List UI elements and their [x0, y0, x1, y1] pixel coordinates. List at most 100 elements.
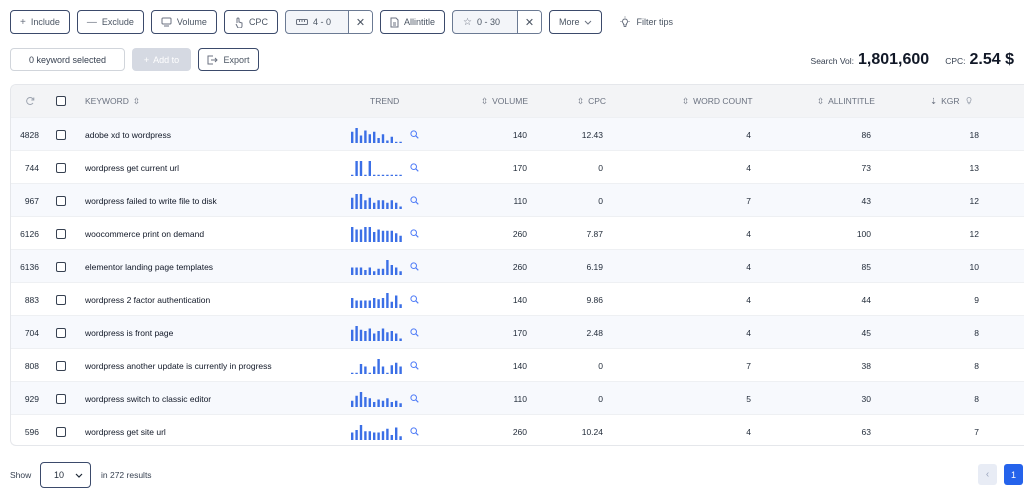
trend-sparkline — [350, 382, 419, 415]
trend-bar — [381, 328, 385, 341]
table-row[interactable]: 704 wordpress is front page 170 2.48 4 45 8 — [11, 315, 1024, 348]
table-row[interactable]: 883 wordpress 2 factor authentication 140 9… — [11, 282, 1024, 315]
word-count-filter[interactable]: 4 - 0 ✕ — [284, 10, 373, 34]
include-button[interactable]: + Include — [10, 10, 70, 34]
volume-label: Volume — [176, 17, 207, 27]
checkbox-box — [56, 327, 66, 338]
table-row[interactable]: 929 wordpress switch to classic editor 110… — [11, 381, 1024, 414]
search-icon[interactable] — [410, 427, 419, 436]
word-count-filter-value[interactable]: 4 - 0 — [286, 11, 343, 33]
trend-bar — [399, 206, 402, 209]
row-checkbox[interactable] — [56, 217, 66, 250]
cpc-filter-button[interactable]: CPC — [223, 10, 278, 34]
clear-word-count-icon[interactable]: ✕ — [347, 11, 372, 33]
kgr-column-header[interactable]: ⇣ KGR — [930, 85, 974, 117]
keyword-column-header[interactable]: KEYWORD ⇳ — [85, 85, 140, 117]
cpc-column-header[interactable]: ⇳ CPC — [577, 85, 606, 117]
keyword-text: adobe xd to wordpress — [85, 129, 171, 140]
trend-bar — [368, 133, 371, 143]
trend-bar — [377, 358, 380, 374]
plus-icon: + — [143, 54, 150, 65]
export-button[interactable]: Export — [198, 48, 259, 71]
table-row[interactable]: 967 wordpress failed to write file to dis… — [11, 183, 1024, 216]
add-to-button[interactable]: + Add to — [132, 48, 191, 71]
select-all-checkbox[interactable] — [56, 85, 66, 117]
row-checkbox[interactable] — [56, 151, 66, 184]
trend-bar — [381, 366, 385, 374]
kgr-value: 18 — [969, 129, 979, 140]
trend-sparkline — [350, 217, 419, 250]
row-checkbox[interactable] — [56, 118, 66, 151]
trend-chart — [351, 259, 402, 275]
row-checkbox[interactable] — [56, 415, 66, 445]
allintitle-value: 43 — [861, 195, 871, 206]
table-row[interactable]: 596 wordpress get site url 260 10.24 4 63 7 — [11, 414, 1024, 445]
checkbox-box — [56, 294, 66, 305]
trend-bar — [399, 235, 402, 242]
kgr-value: 8 — [974, 327, 979, 338]
trend-bar — [351, 267, 354, 275]
search-icon[interactable] — [410, 295, 419, 304]
trend-bar — [368, 372, 371, 374]
trend-bar — [364, 430, 367, 440]
kgr-filter-value[interactable]: ☆ 0 - 30 — [453, 11, 512, 33]
refresh-icon[interactable] — [25, 85, 35, 117]
volume-column-header[interactable]: ⇳ VOLUME — [481, 85, 528, 117]
word-count-column-header[interactable]: ⇳ WORD COUNT — [682, 85, 753, 117]
volume-filter-button[interactable]: Volume — [150, 10, 217, 34]
trend-bar — [377, 137, 380, 143]
show-label: Show — [10, 470, 32, 480]
search-icon[interactable] — [410, 361, 419, 370]
trend-bar — [351, 432, 354, 440]
trend-bar — [390, 136, 393, 143]
row-checkbox[interactable] — [56, 184, 66, 217]
search-icon[interactable] — [410, 328, 419, 337]
trend-bar — [351, 226, 354, 242]
trend-chart — [351, 424, 402, 440]
trend-bar — [359, 193, 363, 209]
search-icon[interactable] — [410, 229, 419, 238]
filter-tips-link[interactable]: Filter tips — [619, 16, 673, 28]
plus-icon: + — [20, 16, 26, 28]
trend-bar — [399, 366, 402, 374]
exclude-button[interactable]: — Exclude — [76, 10, 144, 34]
prev-page-button[interactable]: ‹ — [978, 464, 997, 485]
row-checkbox[interactable] — [56, 316, 66, 349]
page-size-select[interactable]: 10 — [40, 462, 91, 488]
table-row[interactable]: 6136 elementor landing page templates 260 6… — [11, 249, 1024, 282]
more-label: More — [558, 17, 580, 27]
keyword-text: wordpress get site url — [85, 426, 166, 437]
trend-bar — [390, 301, 393, 308]
clear-kgr-icon[interactable]: ✕ — [516, 11, 541, 33]
more-filters-button[interactable]: More — [548, 10, 603, 34]
search-icon[interactable] — [410, 262, 419, 271]
trend-column-header: TREND — [370, 85, 399, 117]
search-icon[interactable] — [410, 196, 419, 205]
row-id: 808 — [24, 360, 39, 371]
page-button-current[interactable]: 1 — [1004, 464, 1023, 485]
search-icon[interactable] — [410, 394, 419, 403]
kgr-value: 7 — [974, 426, 979, 437]
chevron-down-icon — [75, 470, 83, 480]
trend-bar — [381, 174, 385, 176]
search-icon[interactable] — [410, 130, 419, 139]
allintitle-filter-button[interactable]: Allintitle — [379, 10, 445, 34]
trend-bar — [390, 364, 393, 374]
search-icon[interactable] — [410, 163, 419, 172]
row-checkbox[interactable] — [56, 382, 66, 415]
row-checkbox[interactable] — [56, 349, 66, 382]
trend-bar — [395, 232, 398, 242]
trend-bar — [395, 362, 398, 374]
table-row[interactable]: 808 wordpress another update is currently… — [11, 348, 1024, 381]
trend-bar — [395, 400, 398, 407]
kgr-filter[interactable]: ☆ 0 - 30 ✕ — [451, 10, 542, 34]
table-row[interactable]: 6126 woocommerce print on demand 260 7.87 4 1… — [11, 216, 1024, 249]
add-to-label: Add to — [153, 54, 180, 65]
row-checkbox[interactable] — [56, 250, 66, 283]
trend-bar — [351, 174, 354, 176]
row-checkbox[interactable] — [56, 283, 66, 316]
allintitle-column-header[interactable]: ⇳ ALLINTITLE — [817, 85, 875, 117]
table-row[interactable]: 744 wordpress get current url 170 0 4 73 13 — [11, 150, 1024, 183]
table-row[interactable]: 4828 adobe xd to wordpress 140 12.43 4 86 18 — [11, 117, 1024, 150]
sort-icon: ⇳ — [817, 95, 825, 106]
